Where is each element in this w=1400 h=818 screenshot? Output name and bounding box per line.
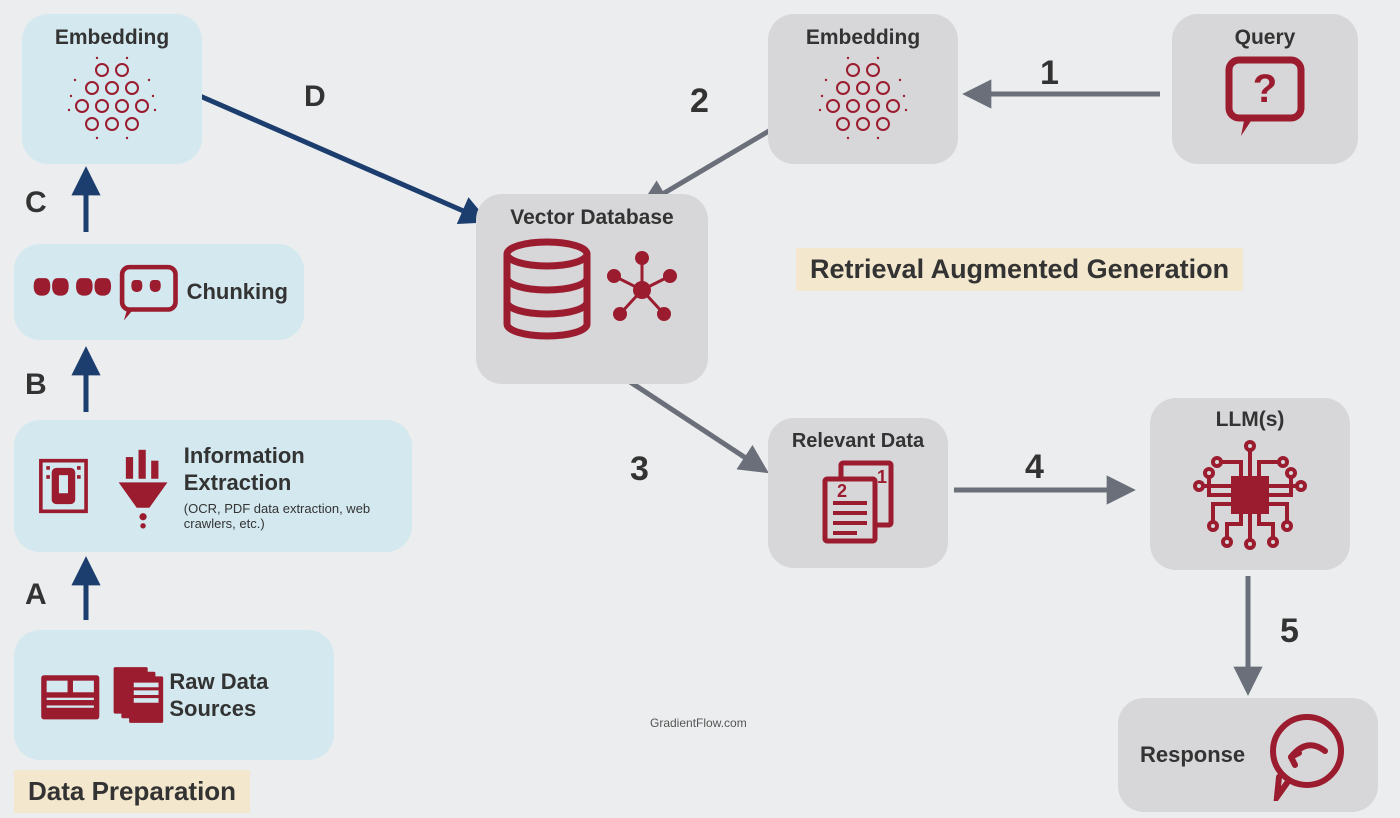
chunking-icon xyxy=(30,257,187,327)
response-icon xyxy=(1257,709,1357,801)
section-data-prep: Data Preparation xyxy=(14,770,250,813)
step-label-2: 2 xyxy=(690,82,709,121)
step-label-1: 1 xyxy=(1040,54,1059,93)
embedding-icon xyxy=(57,50,167,145)
node-relevant-data: Relevant Data 1 2 xyxy=(768,418,948,568)
node-embedding-right: Embedding xyxy=(768,14,958,164)
section-rag: Retrieval Augmented Generation xyxy=(796,248,1243,291)
node-raw-data-label: Raw Data Sources xyxy=(169,668,318,723)
node-embedding-left: Embedding xyxy=(22,14,202,164)
chip-icon xyxy=(1175,432,1325,557)
step-label-D: D xyxy=(304,80,326,114)
node-llms: LLM(s) xyxy=(1150,398,1350,570)
svg-text:2: 2 xyxy=(837,481,847,501)
embedding-icon xyxy=(808,50,918,145)
svg-text:1: 1 xyxy=(877,467,887,487)
node-response: Response xyxy=(1118,698,1378,812)
node-info-extract: Information Extraction (OCR, PDF data ex… xyxy=(14,420,412,552)
step-label-4: 4 xyxy=(1025,448,1044,487)
node-embedding-left-label: Embedding xyxy=(55,26,169,50)
node-llms-label: LLM(s) xyxy=(1216,408,1285,432)
svg-text:?: ? xyxy=(1253,67,1277,111)
vector-db-icon xyxy=(492,230,692,360)
node-response-label: Response xyxy=(1140,742,1245,768)
node-info-extract-label: Information Extraction xyxy=(184,442,396,497)
query-icon: ? xyxy=(1215,50,1315,145)
credit-label: GradientFlow.com xyxy=(650,716,747,730)
node-relevant-data-label: Relevant Data xyxy=(792,430,924,453)
raw-data-icon xyxy=(30,645,169,745)
node-embedding-right-label: Embedding xyxy=(806,26,920,50)
node-vector-db: Vector Database xyxy=(476,194,708,384)
node-query-label: Query xyxy=(1235,26,1296,50)
step-label-3: 3 xyxy=(630,450,649,489)
step-label-5: 5 xyxy=(1280,612,1299,651)
node-info-extract-sublabel: (OCR, PDF data extraction, web crawlers,… xyxy=(184,501,374,531)
node-vector-db-label: Vector Database xyxy=(510,206,673,230)
step-label-B: B xyxy=(25,368,47,402)
info-extract-icon xyxy=(30,436,184,536)
step-label-C: C xyxy=(25,186,47,220)
step-label-A: A xyxy=(25,578,47,612)
node-query: Query ? xyxy=(1172,14,1358,164)
node-chunking-label: Chunking xyxy=(187,279,288,305)
node-raw-data: Raw Data Sources xyxy=(14,630,334,760)
relevant-data-icon: 1 2 xyxy=(803,453,913,548)
node-chunking: Chunking xyxy=(14,244,304,340)
